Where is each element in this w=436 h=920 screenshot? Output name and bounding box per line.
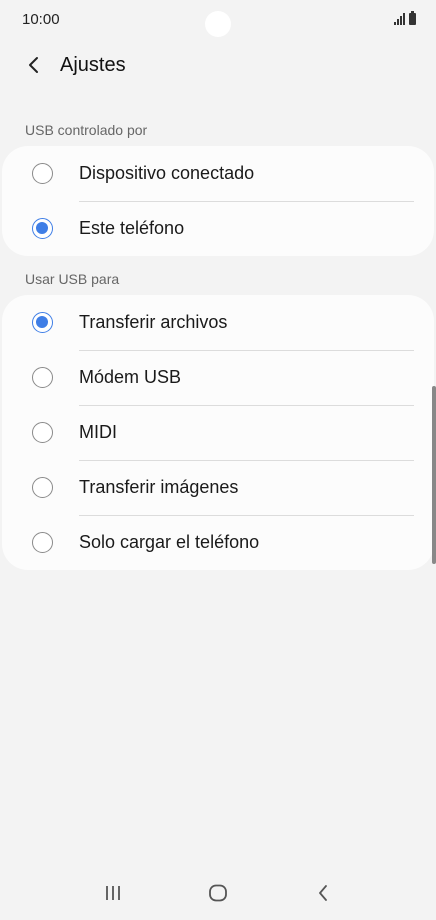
section-label-usb-controlled-by: USB controlado por <box>25 122 148 138</box>
status-bar: 10:00 <box>0 0 436 42</box>
page-title: Ajustes <box>60 53 126 76</box>
radio-button[interactable] <box>32 422 53 443</box>
radio-button-selected[interactable] <box>32 312 53 333</box>
status-time: 10:00 <box>22 11 60 28</box>
radio-button[interactable] <box>32 532 53 553</box>
option-label: Solo cargar el teléfono <box>79 532 260 552</box>
option-label: Transferir archivos <box>79 312 228 332</box>
chevron-left-icon <box>29 57 38 73</box>
back-nav-button[interactable] <box>299 873 347 913</box>
battery-icon <box>409 11 416 25</box>
radio-button[interactable] <box>32 367 53 388</box>
signal-icon <box>394 13 405 25</box>
back-icon <box>319 885 328 901</box>
header: Ajustes <box>0 44 436 86</box>
usb-controlled-by-card: Dispositivo conectado Este teléfono <box>2 146 434 256</box>
option-este-telefono[interactable]: Este teléfono <box>2 201 434 256</box>
use-usb-for-card: Transferir archivos Módem USB MIDI Trans… <box>2 295 434 570</box>
section-label-use-usb-for: Usar USB para <box>25 271 120 287</box>
radio-button[interactable] <box>32 477 53 498</box>
option-modem-usb[interactable]: Módem USB <box>2 350 434 405</box>
option-label: Dispositivo conectado <box>79 163 255 183</box>
option-label: Este teléfono <box>79 218 185 238</box>
option-transferir-archivos[interactable]: Transferir archivos <box>2 295 434 350</box>
radio-button[interactable] <box>32 163 53 184</box>
home-button[interactable] <box>194 873 242 913</box>
option-dispositivo-conectado[interactable]: Dispositivo conectado <box>2 146 434 201</box>
option-label: Módem USB <box>79 367 182 387</box>
option-midi[interactable]: MIDI <box>2 405 434 460</box>
back-button[interactable] <box>10 44 58 86</box>
recents-button[interactable] <box>89 873 137 913</box>
scrollbar[interactable] <box>432 386 436 564</box>
option-solo-cargar[interactable]: Solo cargar el teléfono <box>2 515 434 570</box>
home-icon <box>209 884 227 902</box>
navigation-bar <box>0 866 436 920</box>
option-label: Transferir imágenes <box>79 477 239 497</box>
radio-button-selected[interactable] <box>32 218 53 239</box>
camera-cutout <box>205 11 231 37</box>
option-label: MIDI <box>79 422 117 442</box>
status-icons <box>394 11 416 25</box>
recents-icon <box>105 886 120 900</box>
option-transferir-imagenes[interactable]: Transferir imágenes <box>2 460 434 515</box>
